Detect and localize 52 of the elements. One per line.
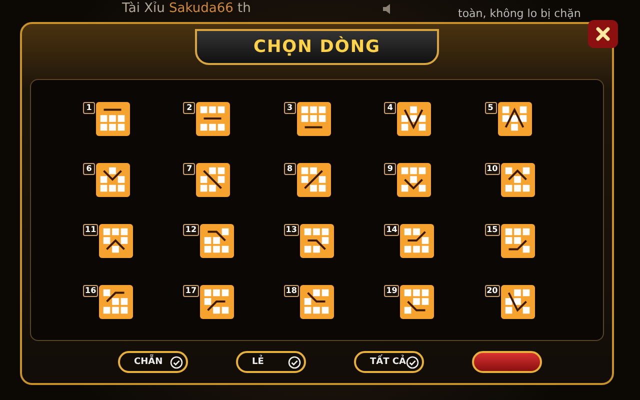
payline-icon[interactable] — [296, 102, 331, 136]
payline-icon[interactable] — [196, 162, 230, 196]
payline-icon[interactable] — [400, 224, 434, 258]
line-number: 16 — [83, 284, 98, 296]
line-number: 1 — [83, 102, 95, 114]
payline-icon[interactable] — [397, 102, 432, 136]
line-number: 11 — [83, 224, 98, 236]
line-number: 7 — [183, 162, 196, 174]
payline-icon[interactable] — [397, 162, 432, 196]
ticker-text: Tài Xỉu Sakuda66 th — [122, 0, 252, 18]
option-button[interactable]: CHẴN — [118, 351, 188, 373]
payline-icon[interactable] — [500, 224, 535, 258]
dialog-title: CHỌN DÒNG — [195, 29, 439, 65]
payline-icon[interactable] — [300, 224, 334, 258]
ticker-text: toàn, không lo bị chặn — [458, 8, 581, 20]
close-button[interactable] — [588, 20, 618, 48]
line-number: 10 — [484, 162, 500, 174]
payline-icon[interactable] — [96, 162, 130, 196]
line-number: 5 — [484, 102, 497, 114]
check-icon — [170, 356, 183, 368]
action-button[interactable] — [472, 351, 542, 373]
close-icon — [596, 27, 610, 41]
payline-icon[interactable] — [196, 102, 230, 136]
payline-icon[interactable] — [96, 102, 130, 136]
payline-icon[interactable] — [99, 284, 134, 318]
option-button[interactable]: TẤT CẢ — [354, 351, 424, 373]
line-number: 9 — [384, 162, 396, 174]
payline-icon[interactable] — [200, 284, 234, 318]
payline-icon[interactable] — [500, 284, 535, 318]
line-number: 12 — [183, 224, 199, 236]
payline-icon[interactable] — [498, 102, 532, 136]
line-number: 14 — [384, 224, 400, 236]
payline-icon[interactable] — [500, 162, 535, 196]
line-number: 8 — [284, 162, 296, 174]
line-number: 17 — [183, 284, 199, 296]
payline-icon[interactable] — [300, 284, 334, 318]
payline-icon[interactable] — [99, 224, 134, 258]
check-icon — [288, 356, 301, 368]
check-icon — [406, 356, 419, 368]
payline-icon[interactable] — [200, 224, 234, 258]
line-number: 6 — [83, 162, 95, 174]
line-number: 18 — [284, 284, 299, 296]
line-number: 20 — [484, 284, 500, 296]
line-number: 19 — [384, 284, 400, 296]
line-number: 3 — [284, 102, 296, 114]
line-number: 15 — [484, 224, 500, 236]
line-number: 2 — [183, 102, 196, 114]
line-number: 4 — [384, 102, 396, 114]
option-button[interactable]: LẺ — [236, 351, 306, 373]
payline-icon[interactable] — [400, 284, 434, 318]
payline-icon[interactable] — [296, 162, 331, 196]
line-number: 13 — [284, 224, 299, 236]
